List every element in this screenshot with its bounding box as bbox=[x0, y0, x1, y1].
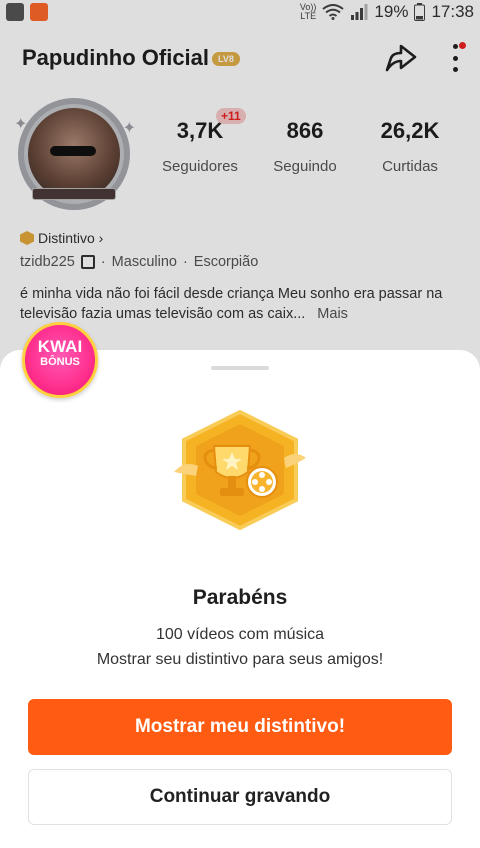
show-badge-button[interactable]: Mostrar meu distintivo! bbox=[28, 699, 452, 755]
kwai-bonus-line1: KWAI bbox=[37, 337, 83, 356]
sheet-subtitle-share: Mostrar seu distintivo para seus amigos! bbox=[96, 651, 384, 668]
trophy-badge-icon bbox=[174, 410, 306, 530]
achievement-sheet: Parabéns 100 vídeos com música Mostrar s… bbox=[0, 350, 480, 848]
sheet-title: Parabéns bbox=[192, 586, 288, 609]
kwai-bonus-line2: BÔNUS bbox=[40, 356, 80, 368]
sheet-subtitle-achievement: 100 vídeos com música bbox=[155, 626, 325, 643]
sheet-handle[interactable] bbox=[211, 366, 269, 370]
continue-recording-button[interactable]: Continuar gravando bbox=[28, 769, 452, 825]
kwai-bonus-bubble[interactable]: KWAI BÔNUS bbox=[22, 322, 98, 398]
